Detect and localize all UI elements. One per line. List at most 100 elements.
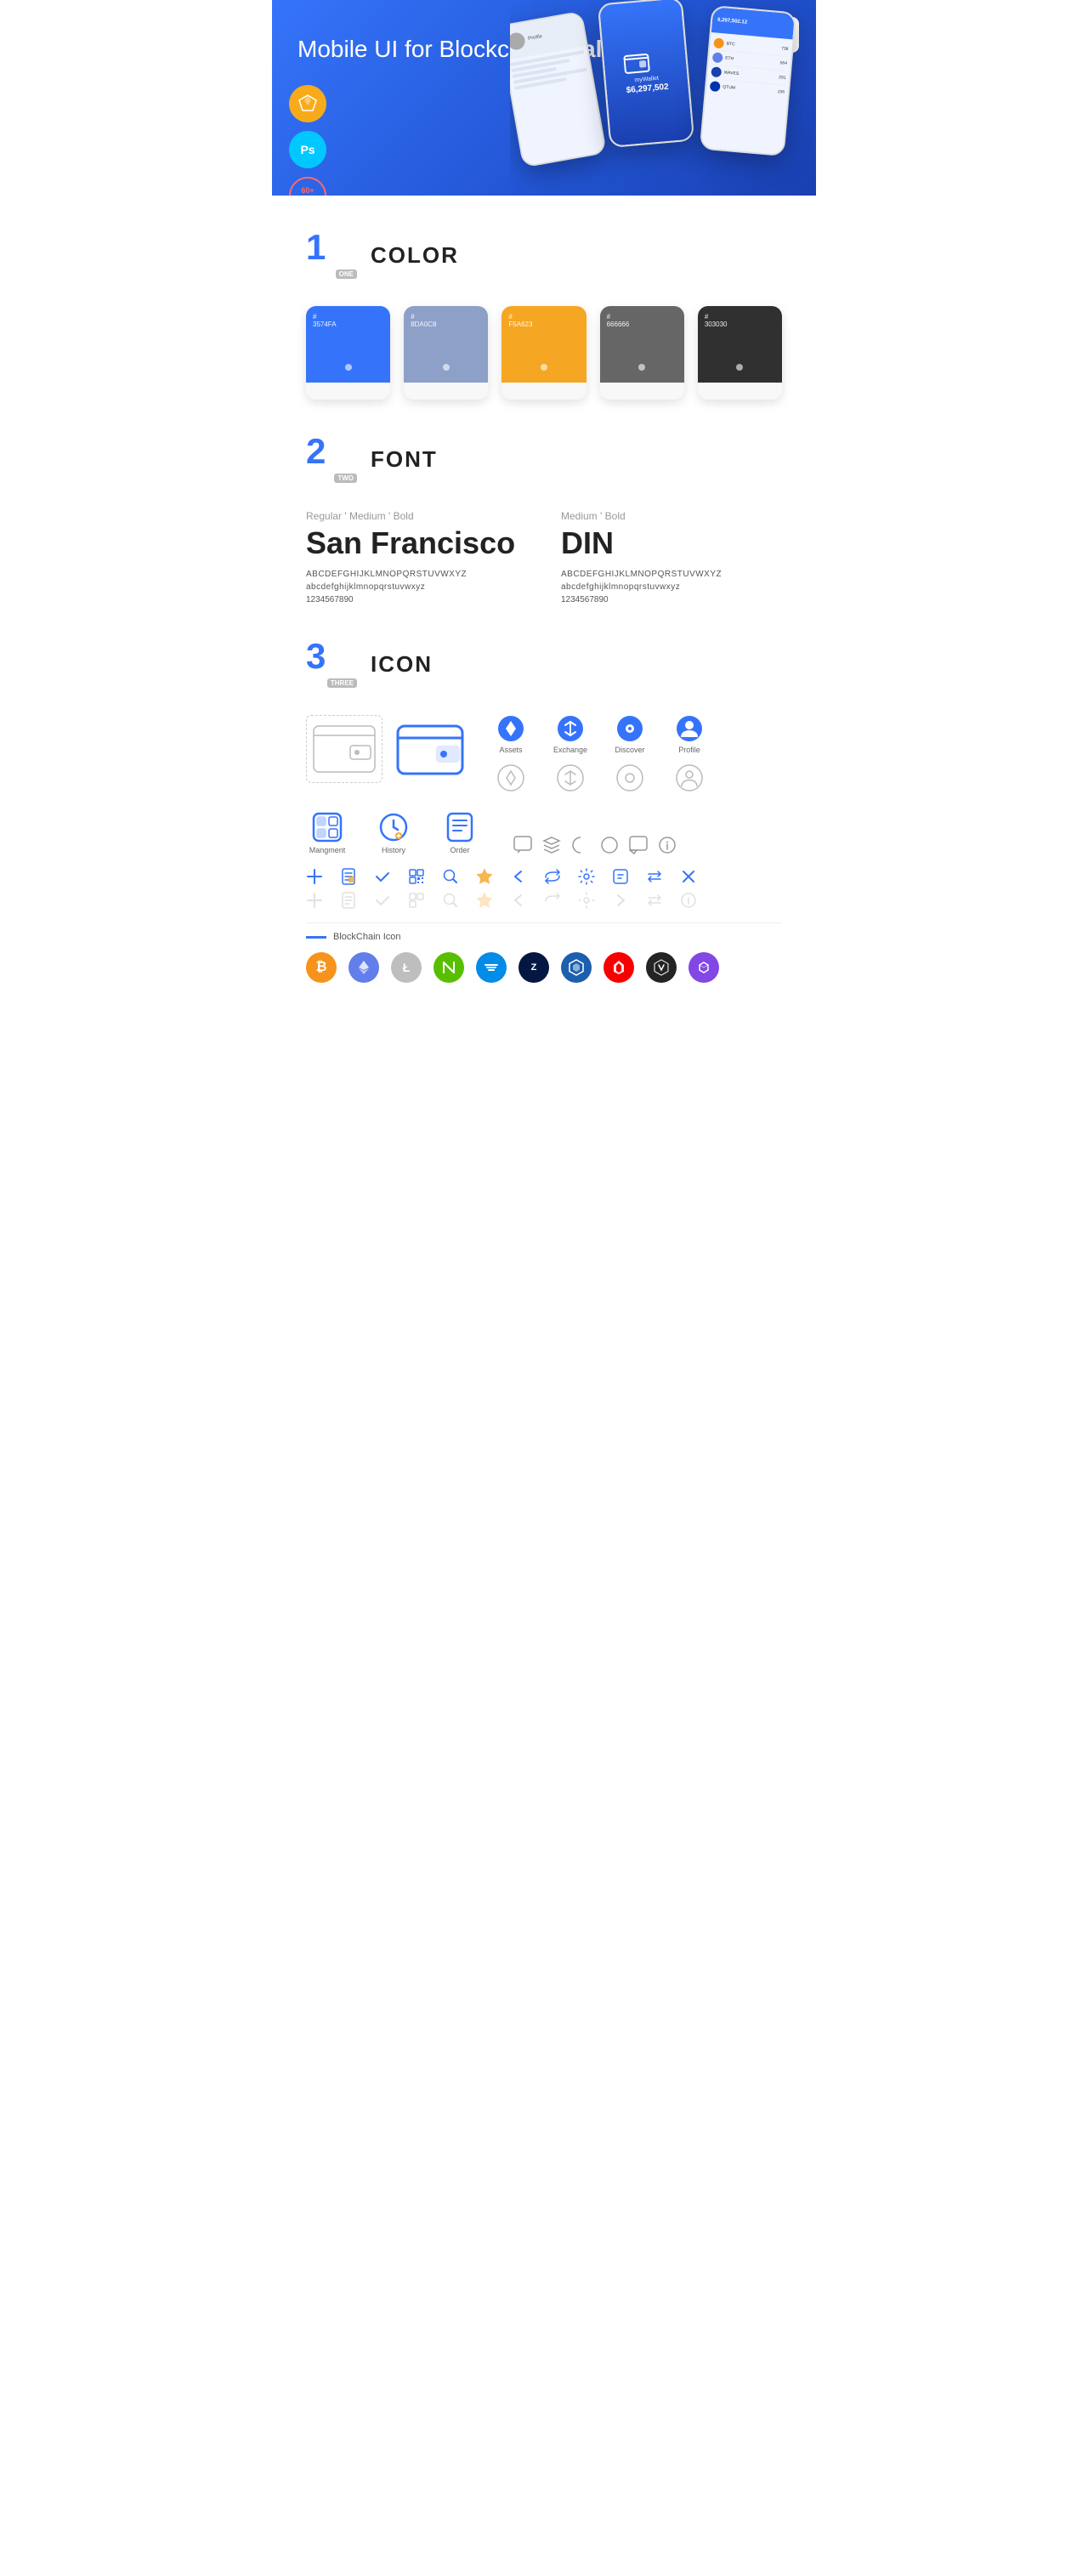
font-section: Regular ' Medium ' Bold San Francisco AB… bbox=[306, 510, 782, 604]
phone-2: myWallet $6,297,502 bbox=[598, 0, 694, 148]
ps-badge: Ps bbox=[289, 131, 326, 168]
section-1-number: 1 ONE bbox=[306, 230, 357, 281]
font1-style: Regular ' Medium ' Bold bbox=[306, 510, 527, 522]
misc-icons-row bbox=[513, 836, 677, 854]
neo-icon bbox=[434, 952, 464, 983]
zen-icon: Z bbox=[518, 952, 549, 983]
swap-icon-gray bbox=[646, 892, 663, 909]
crypto-icons-row: ₿ Ł Z bbox=[306, 952, 782, 983]
assets-label: Assets bbox=[499, 746, 522, 754]
order-icon-item: Order bbox=[439, 812, 481, 854]
nav-icon-row-outline bbox=[490, 764, 782, 792]
font1-lowercase: abcdefghijklmnopqrstuvwxyz bbox=[306, 582, 527, 592]
document-icon-gray bbox=[340, 892, 357, 909]
section-3-number: 3 THREE bbox=[306, 638, 357, 689]
font2-uppercase: ABCDEFGHIJKLMNOPQRSTUVWXYZ bbox=[561, 570, 782, 579]
tool-icons-inactive bbox=[306, 892, 782, 909]
info-icon bbox=[658, 836, 677, 854]
screens-badge: 60+Screens bbox=[289, 177, 326, 196]
discover-outline-icon-item bbox=[609, 764, 651, 792]
gxs-icon bbox=[561, 952, 592, 983]
circle-icon bbox=[600, 836, 619, 854]
font-title: FONT bbox=[371, 446, 438, 473]
phone-1: Profile bbox=[510, 11, 607, 168]
star-icon-gray bbox=[476, 892, 493, 909]
profile-outline-icon-item bbox=[668, 764, 711, 792]
icon-title: ICON bbox=[371, 651, 433, 678]
blockchain-text: BlockChain Icon bbox=[333, 932, 401, 942]
color-swatches: #3574FA #8DA0C8 #F5A623 #666666 bbox=[306, 306, 782, 400]
btc-icon: ₿ bbox=[306, 952, 337, 983]
management-icon bbox=[312, 812, 343, 843]
solid-wallet-icon bbox=[396, 719, 464, 779]
assets-outline-icon-item bbox=[490, 764, 532, 792]
profile-icon-item: Profile bbox=[668, 715, 711, 754]
search-icon-gray bbox=[442, 892, 459, 909]
swatch-gray-blue: #8DA0C8 bbox=[404, 306, 488, 400]
exchange-icon bbox=[557, 715, 584, 742]
color-title: COLOR bbox=[371, 242, 459, 269]
upload-icon bbox=[612, 868, 629, 885]
ltc-icon: Ł bbox=[391, 952, 422, 983]
tool-icons-active bbox=[306, 868, 782, 885]
font2-style: Medium ' Bold bbox=[561, 510, 782, 522]
order-icon bbox=[445, 812, 475, 843]
check-icon-gray bbox=[374, 892, 391, 909]
qr-icon-gray bbox=[408, 892, 425, 909]
swatch-orange: #F5A623 bbox=[502, 306, 586, 400]
iota-icon bbox=[646, 952, 677, 983]
font1-uppercase: ABCDEFGHIJKLMNOPQRSTUVWXYZ bbox=[306, 570, 527, 579]
main-content: 1 ONE COLOR #3574FA #8DA0C8 #F5A623 bbox=[272, 230, 816, 983]
chat-icon bbox=[513, 836, 532, 854]
layers-icon bbox=[542, 836, 561, 854]
exchange-icon-item: Exchange bbox=[549, 715, 592, 754]
swap-icon bbox=[646, 868, 663, 885]
phone-3: 6,297,502.12 BTC 738 ETH 564 bbox=[700, 5, 796, 156]
font1-name: San Francisco bbox=[306, 525, 527, 561]
icon-section-header: 3 THREE ICON bbox=[306, 638, 782, 689]
assets-icon bbox=[497, 715, 524, 742]
wallet-icon-demos bbox=[306, 715, 464, 783]
exchange-label: Exchange bbox=[553, 746, 587, 754]
exchange-outline-icon bbox=[557, 764, 584, 792]
blockchain-icon-label: BlockChain Icon bbox=[306, 932, 782, 942]
profile-label: Profile bbox=[678, 746, 700, 754]
settings-icon bbox=[578, 868, 595, 885]
assets-outline-icon bbox=[497, 764, 524, 792]
font-san-francisco: Regular ' Medium ' Bold San Francisco AB… bbox=[306, 510, 527, 604]
star-icon bbox=[476, 868, 493, 885]
eth-icon bbox=[348, 952, 379, 983]
sketch-badge bbox=[289, 85, 326, 122]
hero-badges: Ps 60+Screens bbox=[289, 85, 326, 196]
discover-label: Discover bbox=[615, 746, 644, 754]
matic-icon bbox=[688, 952, 719, 983]
assets-icon-item: Assets bbox=[490, 715, 532, 754]
font1-numbers: 1234567890 bbox=[306, 595, 527, 604]
message-icon bbox=[629, 836, 648, 854]
font-section-header: 2 TWO FONT bbox=[306, 434, 782, 485]
management-label: Mangment bbox=[309, 846, 346, 854]
moon-icon bbox=[571, 836, 590, 854]
section-2-number: 2 TWO bbox=[306, 434, 357, 485]
dash-icon bbox=[476, 952, 507, 983]
nav-icon-row-colored: Assets Exchange Discover Profile bbox=[490, 715, 782, 754]
share-icon bbox=[544, 868, 561, 885]
font-din: Medium ' Bold DIN ABCDEFGHIJKLMNOPQRSTUV… bbox=[561, 510, 782, 604]
check-icon bbox=[374, 868, 391, 885]
management-icon-item: Mangment bbox=[306, 812, 348, 854]
history-label: History bbox=[382, 846, 405, 854]
swatch-blue: #3574FA bbox=[306, 306, 390, 400]
swatch-dark: #303030 bbox=[698, 306, 782, 400]
font2-numbers: 1234567890 bbox=[561, 595, 782, 604]
history-icon bbox=[378, 812, 409, 843]
swatch-gray: #666666 bbox=[600, 306, 684, 400]
ark-icon bbox=[604, 952, 634, 983]
discover-outline-icon bbox=[616, 764, 643, 792]
solid-wallet-icon-container bbox=[396, 719, 464, 779]
history-icon-item: History bbox=[372, 812, 415, 854]
plus-icon bbox=[306, 868, 323, 885]
share-icon-gray bbox=[544, 892, 561, 909]
discover-icon-item: Discover bbox=[609, 715, 651, 754]
profile-outline-icon bbox=[676, 764, 703, 792]
order-label: Order bbox=[450, 846, 469, 854]
